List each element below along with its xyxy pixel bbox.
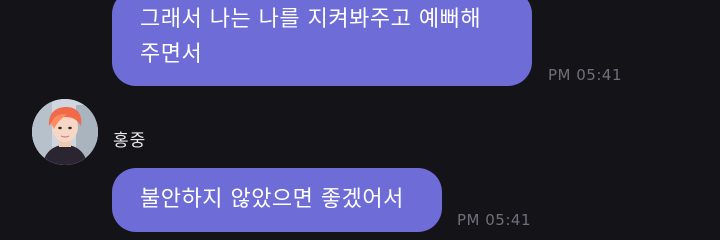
- message-text: 불안하지 않았으면 좋겠어서: [140, 187, 404, 212]
- avatar[interactable]: [32, 99, 98, 165]
- sender-name: 홍중: [113, 131, 147, 151]
- message-timestamp: PM 05:41: [457, 211, 531, 229]
- message-text-line: 그래서 나는 나를 지켜봐주고 예뻐해: [140, 7, 482, 32]
- message-timestamp: PM 05:41: [548, 66, 622, 84]
- profile-photo-avatar: [32, 99, 98, 165]
- message-bubble[interactable]: 그래서 나는 나를 지켜봐주고 예뻐해 주면서: [112, 0, 532, 86]
- message-text-line: 주면서: [140, 42, 203, 67]
- message-bubble[interactable]: 불안하지 않았으면 좋겠어서: [112, 168, 442, 232]
